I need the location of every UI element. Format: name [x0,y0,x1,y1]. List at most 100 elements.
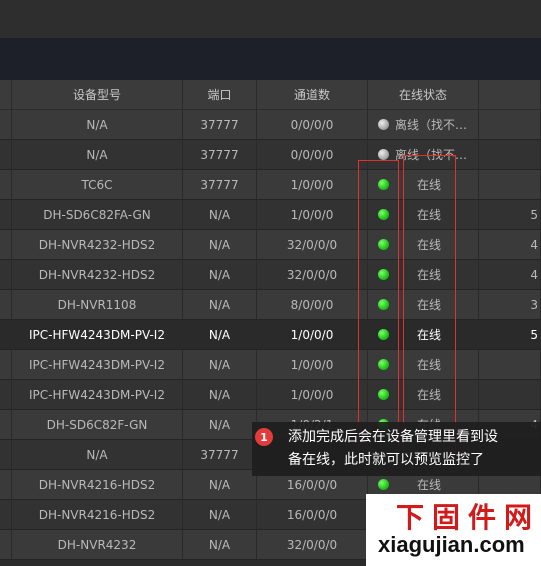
row-select-cell [0,320,12,349]
device-port-cell: 37777 [183,440,257,469]
device-extra-cell [479,110,541,139]
header-model[interactable]: 设备型号 [12,80,183,109]
device-status-cell: 在线 [368,290,479,319]
table-header: 设备型号 端口 通道数 在线状态 [0,80,541,109]
status-text: 在线 [417,328,442,342]
online-status-icon [378,269,389,280]
device-model-cell: DH-NVR4232-HDS2 [12,230,183,259]
row-select-cell [0,230,12,259]
device-extra-cell [479,380,541,409]
guide-tooltip: 1 添加完成后会在设备管理里看到设 备在线，此时就可以预览监控了 [252,422,541,476]
device-port-cell: 37777 [183,170,257,199]
header-port[interactable]: 端口 [183,80,257,109]
table-row[interactable]: IPC-HFW4243DM-PV-I2 N/A 1/0/0/0 在线 [0,350,541,380]
status-wrap: 在线 [368,176,478,193]
watermark-url: xiagujian.com [378,532,525,557]
device-model-cell: TC6C [12,170,183,199]
device-port-cell: N/A [183,350,257,379]
header-online-status[interactable]: 在线状态 [368,80,479,109]
header-select-col[interactable] [0,80,12,109]
device-status-cell: 在线 [368,350,479,379]
device-port-cell: N/A [183,500,257,529]
online-status-icon [378,239,389,250]
online-status-icon [378,479,389,490]
device-model-cell: DH-SD6C82F-GN [12,410,183,439]
device-port-cell: N/A [183,230,257,259]
watermark-title: 下固件网 [396,501,541,534]
row-select-cell [0,410,12,439]
status-wrap: 在线 [368,386,478,403]
online-status-icon [378,179,389,190]
device-channels-cell: 0/0/0/0 [257,140,368,169]
online-status-icon [378,209,389,220]
table-row[interactable]: N/A 37777 0/0/0/0 离线（找不… [0,140,541,170]
device-channels-cell: 32/0/0/0 [257,530,368,559]
status-text: 在线 [417,298,442,312]
offline-status-icon [378,149,389,160]
window-top-bar [0,0,541,38]
device-model-cell: IPC-HFW4243DM-PV-I2 [12,320,183,349]
device-port-cell: N/A [183,470,257,499]
header-extra-col[interactable] [479,80,541,109]
device-port-cell: N/A [183,380,257,409]
device-model-cell: DH-SD6C82FA-GN [12,200,183,229]
table-row[interactable]: DH-NVR1108 N/A 8/0/0/0 在线 3 [0,290,541,320]
online-status-icon [378,389,389,400]
row-select-cell [0,470,12,499]
online-status-icon [378,329,389,340]
device-status-cell: 在线 [368,200,479,229]
device-status-cell: 在线 [368,230,479,259]
device-extra-cell: 5 [479,320,541,349]
row-select-cell [0,110,12,139]
status-wrap: 在线 [368,266,478,283]
device-channels-cell: 32/0/0/0 [257,230,368,259]
offline-status-icon [378,119,389,130]
device-channels-cell: 16/0/0/0 [257,500,368,529]
device-extra-cell: 4 [479,230,541,259]
status-text: 在线 [417,208,442,222]
table-row[interactable]: DH-NVR4232-HDS2 N/A 32/0/0/0 在线 4 [0,260,541,290]
status-wrap: 离线（找不… [368,116,478,133]
header-channels[interactable]: 通道数 [257,80,368,109]
row-select-cell [0,140,12,169]
device-model-cell: IPC-HFW4243DM-PV-I2 [12,380,183,409]
table-row[interactable]: IPC-HFW4243DM-PV-I2 N/A 1/0/0/0 在线 5 [0,320,541,350]
device-extra-cell [479,350,541,379]
tooltip-text-line2: 备在线，此时就可以预览监控了 [288,452,484,468]
device-extra-cell: 4 [479,260,541,289]
device-model-cell: N/A [12,440,183,469]
device-model-cell: DH-NVR4232 [12,530,183,559]
device-status-cell: 在线 [368,260,479,289]
device-model-cell: DH-NVR1108 [12,290,183,319]
device-channels-cell: 0/0/0/0 [257,110,368,139]
toolbar-area [0,38,541,80]
device-extra-cell: 3 [479,290,541,319]
online-status-icon [378,359,389,370]
device-channels-cell: 1/0/0/0 [257,320,368,349]
table-row[interactable]: DH-NVR4232-HDS2 N/A 32/0/0/0 在线 4 [0,230,541,260]
device-port-cell: N/A [183,290,257,319]
device-channels-cell: 8/0/0/0 [257,290,368,319]
table-row[interactable]: DH-SD6C82FA-GN N/A 1/0/0/0 在线 5 [0,200,541,230]
device-table-body: N/A 37777 0/0/0/0 离线（找不… N/A 37777 0/0/0/0 离线（找… [0,110,541,560]
row-select-cell [0,290,12,319]
table-row[interactable]: N/A 37777 0/0/0/0 离线（找不… [0,110,541,140]
status-wrap: 在线 [368,236,478,253]
table-row[interactable]: TC6C 37777 1/0/0/0 在线 [0,170,541,200]
step-badge: 1 [255,428,273,446]
row-select-cell [0,260,12,289]
device-status-cell: 在线 [368,170,479,199]
watermark-logo: 下固件网 xiagujian.com [366,494,541,566]
table-row[interactable]: IPC-HFW4243DM-PV-I2 N/A 1/0/0/0 在线 [0,380,541,410]
device-port-cell: N/A [183,410,257,439]
online-status-icon [378,299,389,310]
device-extra-cell [479,170,541,199]
device-status-cell: 在线 [368,320,479,349]
status-wrap: 在线 [368,296,478,313]
status-text: 在线 [417,358,442,372]
device-model-cell: N/A [12,110,183,139]
device-channels-cell: 1/0/0/0 [257,200,368,229]
status-text: 离线（找不… [395,118,468,132]
device-extra-cell [479,140,541,169]
device-port-cell: 37777 [183,110,257,139]
